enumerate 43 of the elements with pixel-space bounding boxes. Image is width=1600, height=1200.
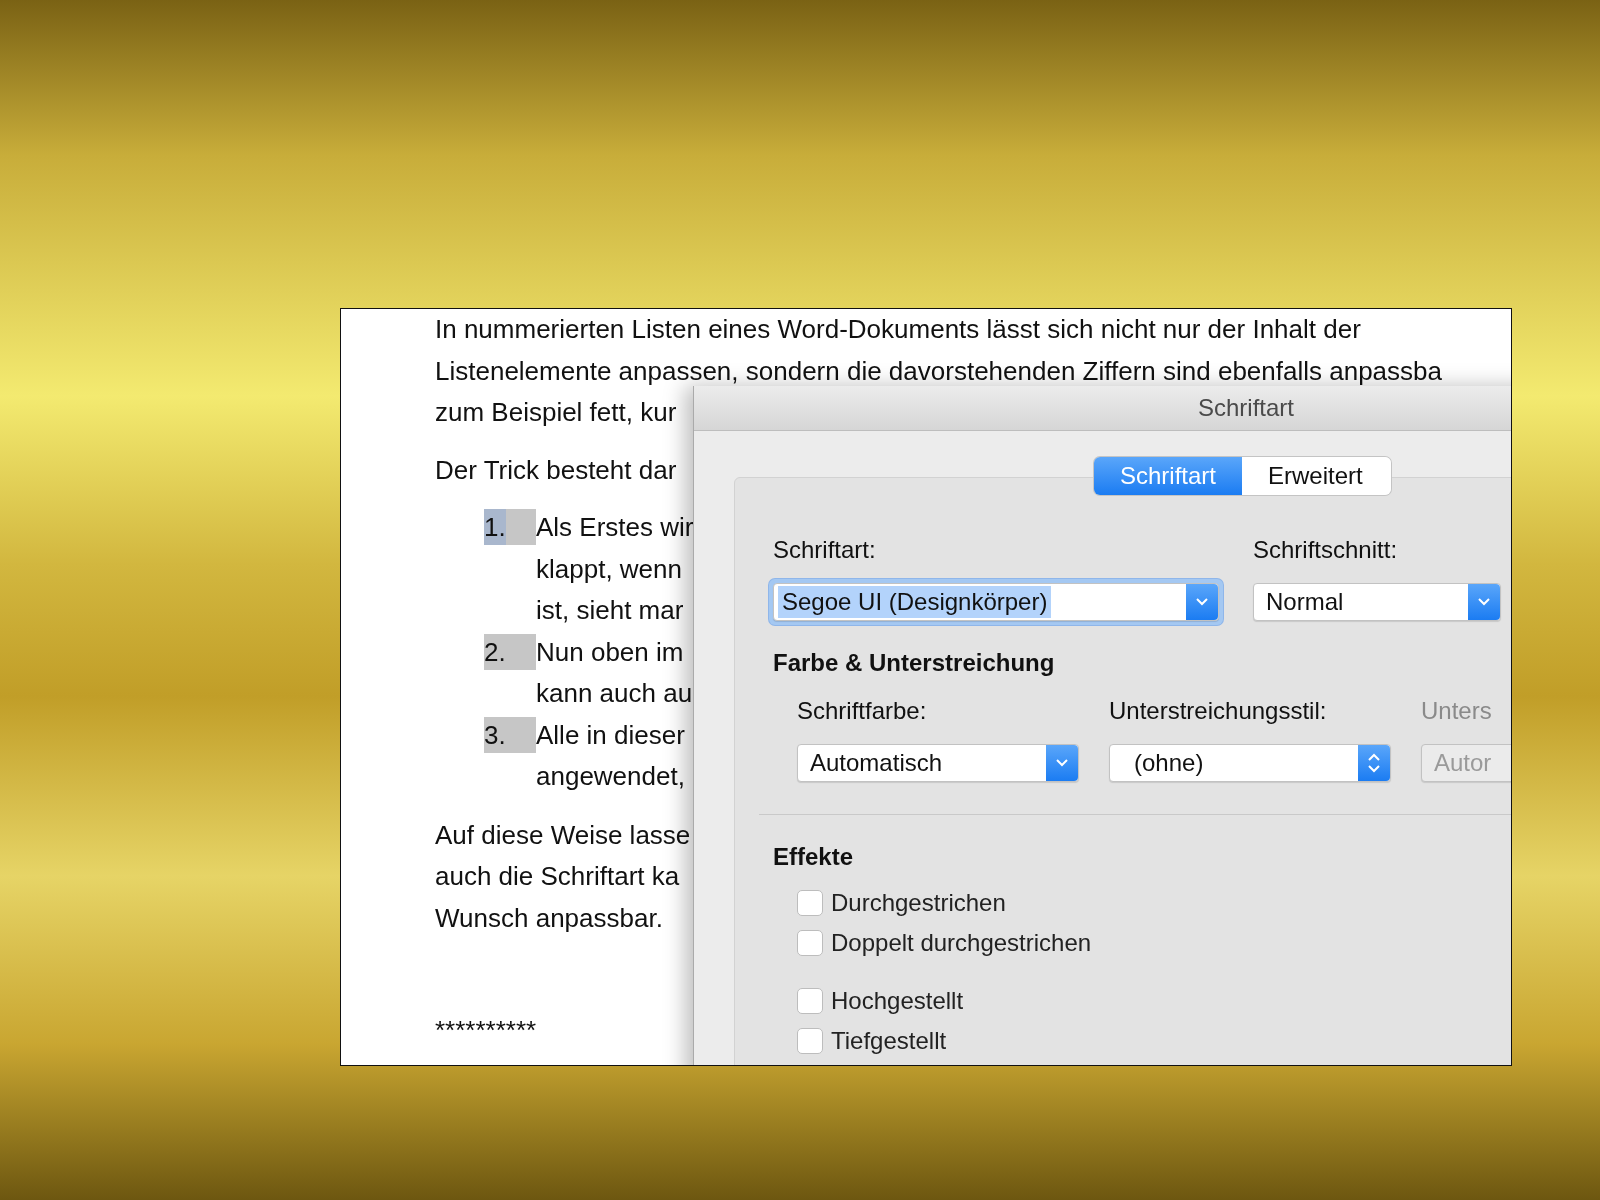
chevron-down-icon[interactable]: [1046, 745, 1078, 781]
checkbox-label: Doppelt durchgestrichen: [831, 929, 1092, 957]
font-dropdown[interactable]: Segoe UI (Designkörper): [773, 583, 1219, 621]
checkbox-label: Hochgestellt: [831, 987, 964, 1015]
text-line: Listenelemente anpassen, sondern die davorstehenden Ziffern sind ebenfalls anpassba: [435, 354, 1442, 388]
window-title: Schriftart: [1198, 394, 1295, 422]
section-heading: Farbe & Unterstreichung: [773, 648, 1056, 678]
text-line: In nummerierten Listen eines Word-Dokuments lässt sich nicht nur der Inhalt der: [435, 313, 1361, 346]
chevron-down-icon[interactable]: [1468, 584, 1500, 620]
text-line: auch die Schriftart ka: [435, 860, 680, 893]
field-label: Unterstreichungsstil:: [1109, 696, 1328, 726]
style-dropdown[interactable]: Normal: [1253, 583, 1501, 621]
field-label: Unters: [1421, 696, 1493, 726]
text-line: Alle in dieser: [536, 718, 685, 752]
checkbox[interactable]: [797, 988, 823, 1014]
checkbox[interactable]: [797, 930, 823, 956]
tab[interactable]: Erweitert: [1242, 457, 1391, 495]
section-heading: Effekte: [773, 842, 855, 872]
text-line: ist, sieht mar: [536, 594, 684, 627]
checkbox-label: Tiefgestellt: [831, 1027, 947, 1055]
checkbox[interactable]: [797, 890, 823, 916]
field-label: Schriftart:: [773, 535, 877, 565]
field-label: Schriftfarbe:: [797, 696, 928, 726]
separator-text: **********: [435, 1015, 537, 1045]
text-line: Der Trick besteht dar: [435, 453, 677, 487]
list-number: 3.: [484, 718, 506, 752]
text-line: Auf diese Weise lasse: [435, 818, 691, 852]
text-line: angewendet,: [536, 760, 685, 793]
list-number: 2.: [484, 635, 506, 669]
checkbox[interactable]: [797, 1028, 823, 1054]
checkbox-label: Durchgestrichen: [831, 889, 1006, 917]
text-line: Als Erstes wir: [536, 511, 694, 544]
stepper-arrows-icon[interactable]: [1358, 745, 1390, 781]
chevron-down-icon[interactable]: [1186, 584, 1218, 620]
field-label: Schriftschnitt:: [1253, 535, 1399, 565]
stepper-dropdown[interactable]: (ohne): [1109, 744, 1391, 782]
list-number: 1.: [484, 509, 506, 545]
dropdown[interactable]: Automatisch: [797, 744, 1079, 782]
text-line: Wunsch anpassbar.: [435, 901, 663, 935]
text-line: zum Beispiel fett, kur: [435, 396, 677, 429]
text-line: klappt, wenn: [536, 552, 682, 586]
text-line: kann auch au: [536, 677, 693, 710]
text-line: Nun oben im: [536, 635, 684, 669]
